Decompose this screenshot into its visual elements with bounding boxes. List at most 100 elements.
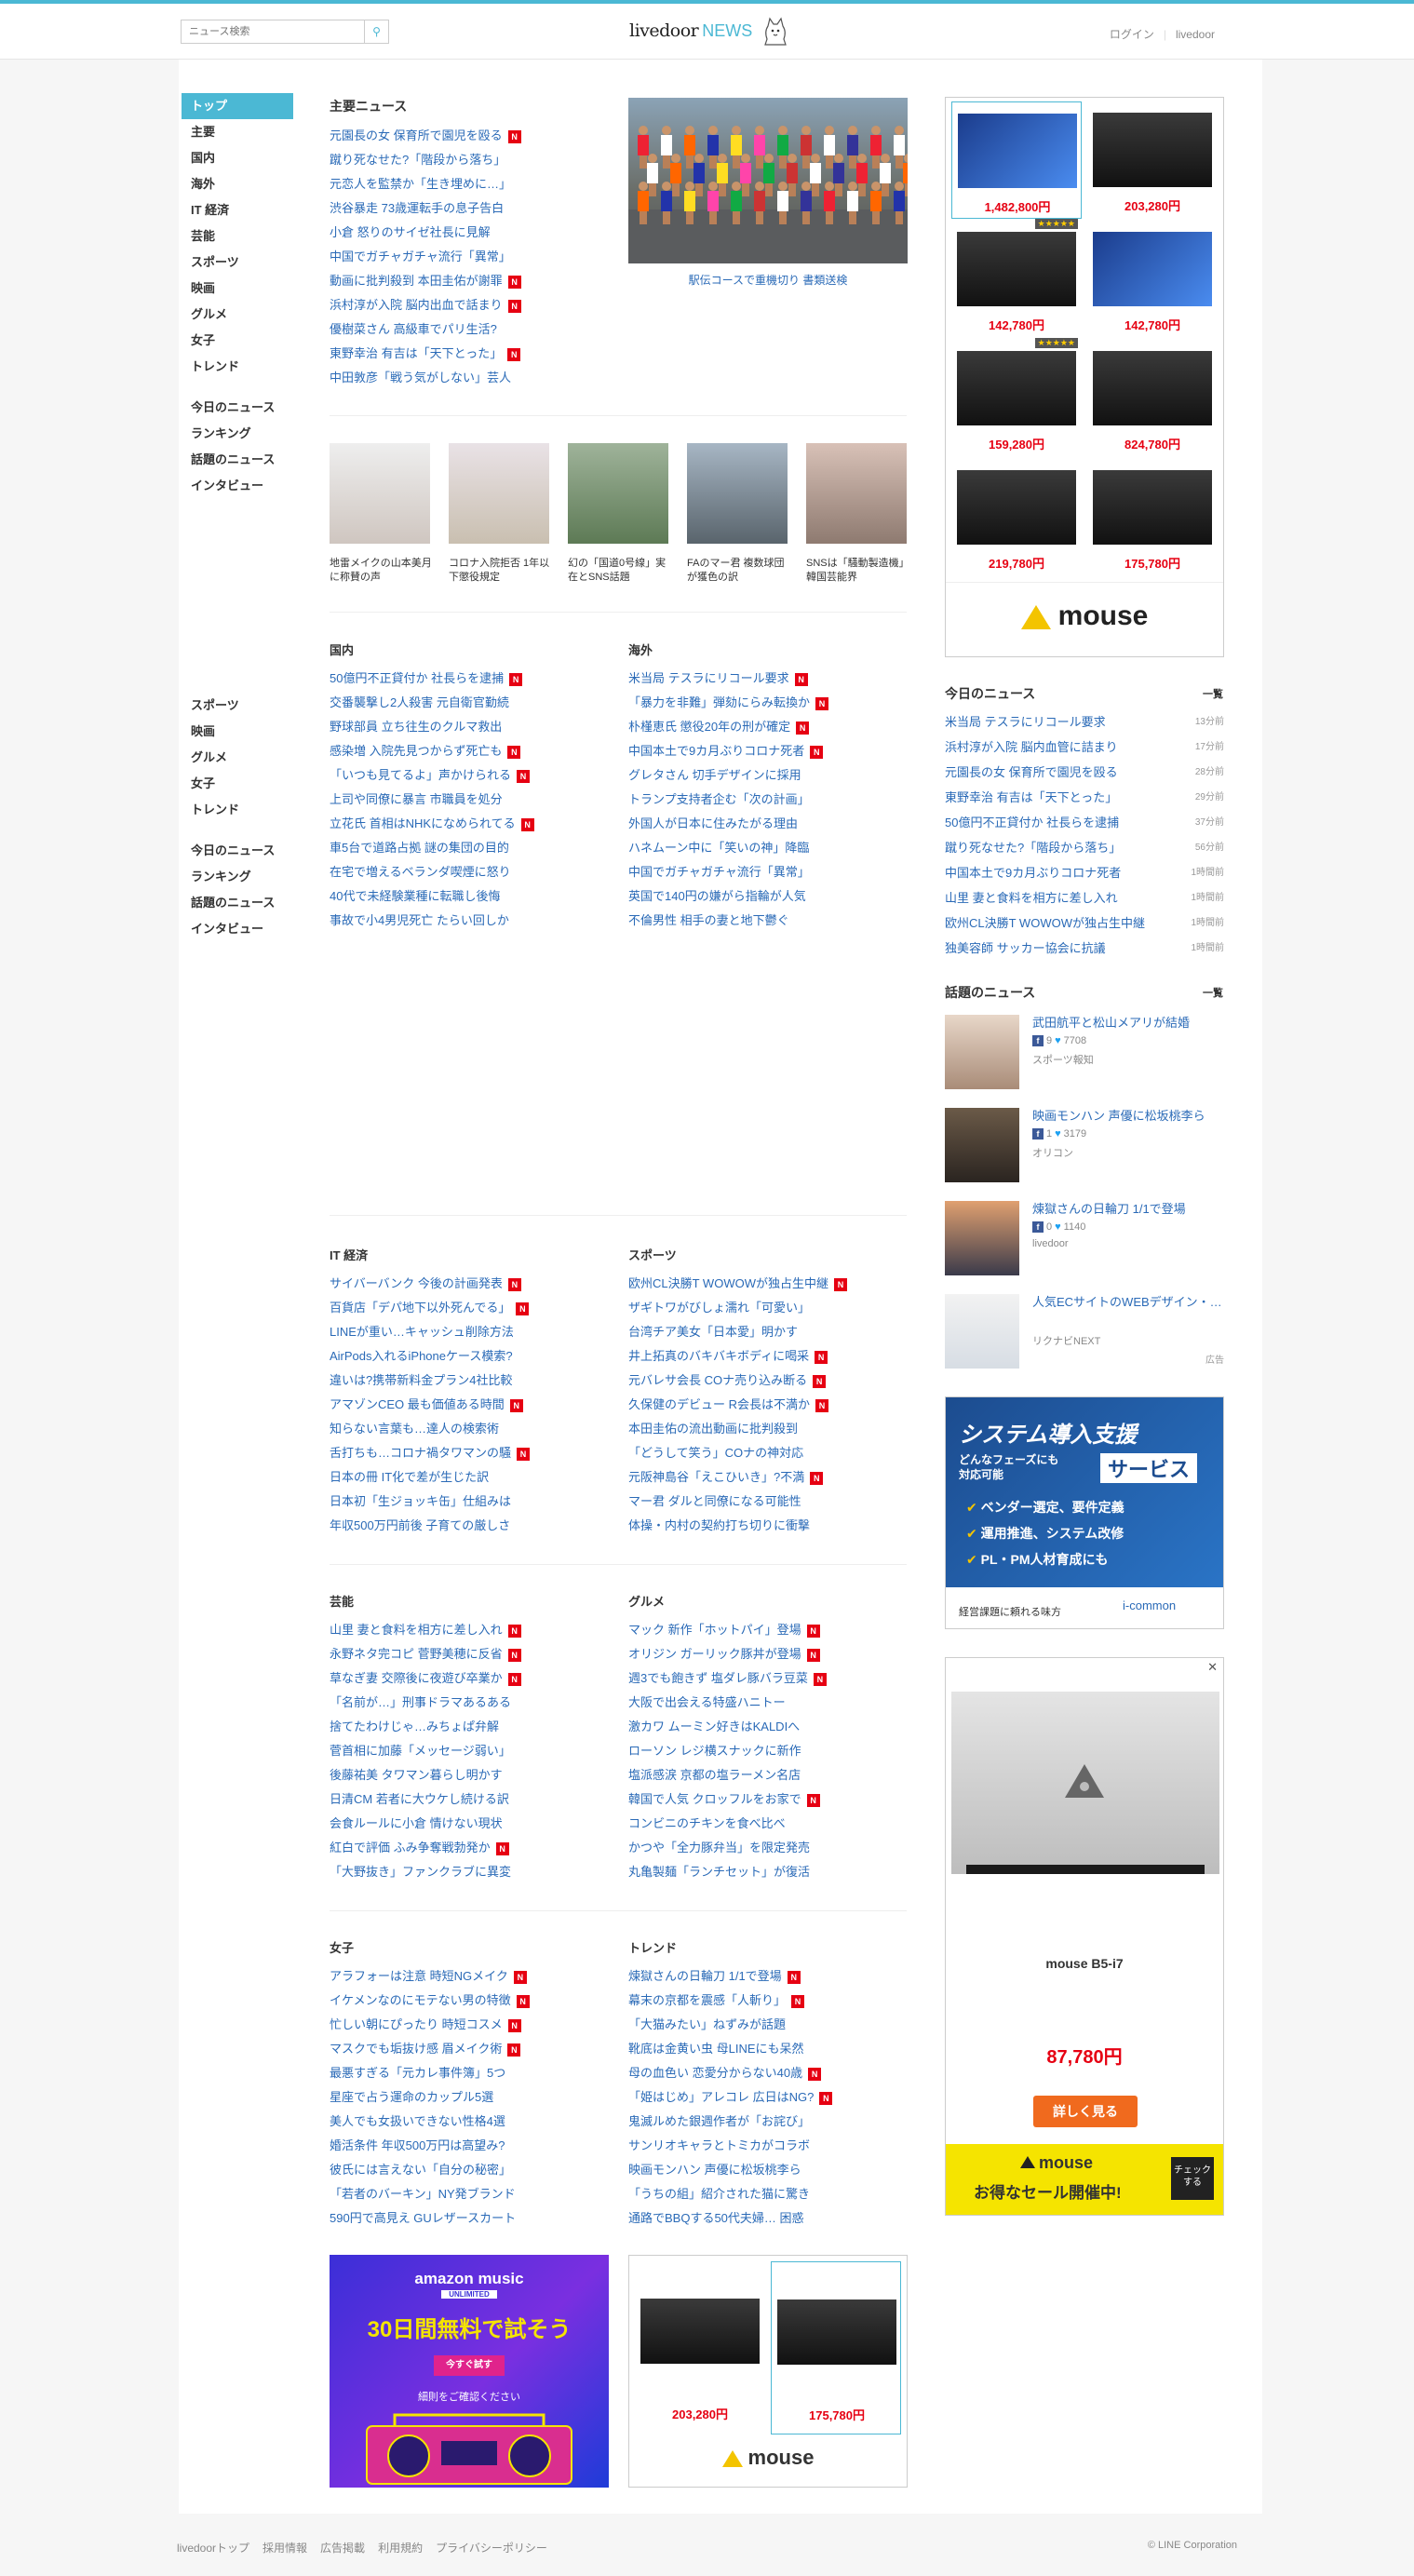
site-logo[interactable]: livedoor NEWS bbox=[629, 20, 752, 41]
news-link[interactable]: ハネムーン中に「笑いの神」降臨 bbox=[628, 841, 809, 855]
news-link[interactable]: 台湾チア美女「日本愛」明かす bbox=[628, 1325, 798, 1339]
news-link[interactable]: 在宅で増えるベランダ喫煙に怒り bbox=[330, 865, 511, 879]
nav-item[interactable]: インタビュー bbox=[182, 916, 293, 942]
news-link[interactable]: ローソン レジ横スナックに新作 bbox=[628, 1744, 801, 1758]
news-link[interactable]: 「名前が…」刑事ドラマあるある bbox=[330, 1695, 511, 1709]
pc-product[interactable]: 824,780円 bbox=[1087, 340, 1218, 457]
news-link[interactable]: 動画に批判殺到 本田圭佑が謝罪 bbox=[330, 274, 503, 288]
news-link[interactable]: 「若者のバーキン」NY発ブランド bbox=[330, 2187, 516, 2201]
news-link[interactable]: 幕末の京都を震感「人斬り」 bbox=[628, 1993, 786, 2007]
news-link[interactable]: 蹴り死なせた?「階段から落ち」 bbox=[330, 153, 505, 167]
news-link[interactable]: 会食ルールに小倉 情けない現状 bbox=[330, 1816, 503, 1830]
news-link[interactable]: 「どうして笑う」COナの神対応 bbox=[628, 1446, 803, 1460]
footer-link[interactable]: 利用規約 bbox=[378, 2542, 423, 2555]
amazon-cta-button[interactable]: 今すぐ試す bbox=[434, 2355, 505, 2376]
thumb-caption[interactable]: コロナ入院拒否 1年以下懲役規定 bbox=[449, 557, 553, 585]
news-link[interactable]: 40代で未経験業種に転職し後悔 bbox=[330, 889, 500, 903]
news-link[interactable]: オリジン ガーリック豚丼が登場 bbox=[628, 1647, 801, 1661]
news-link[interactable]: 久保健のデビュー R会長は不満か bbox=[628, 1397, 810, 1411]
news-link[interactable]: 野球部員 立ち往生のクルマ救出 bbox=[330, 720, 502, 734]
nav-item[interactable]: トレンド bbox=[182, 797, 293, 823]
news-link[interactable]: 「暴力を非難」弾劾にらみ転換か bbox=[628, 695, 810, 709]
news-link[interactable]: アラフォーは注意 時短NGメイク bbox=[330, 1969, 508, 1983]
news-link[interactable]: 優樹菜さん 高級車でパリ生活? bbox=[330, 322, 497, 336]
news-link[interactable]: 知らない言葉も…達人の検索術 bbox=[330, 1422, 499, 1436]
news-link[interactable]: サンリオキャラとトミカがコラボ bbox=[628, 2138, 810, 2152]
news-link[interactable]: 中国本土で9カ月ぶりコロナ死者 bbox=[628, 744, 804, 758]
nav-item[interactable]: スポーツ bbox=[182, 693, 293, 719]
thumb-caption[interactable]: SNSは「騒動製造機」韓国芸能界 bbox=[806, 557, 910, 585]
mouse-b5-ad[interactable]: ✕ mouse B5-i7 87,780円 詳しく見る mouse お得なセール… bbox=[945, 1657, 1224, 2216]
news-link[interactable]: 草なぎ妻 交際後に夜遊び卒業か bbox=[330, 1671, 503, 1685]
pc-product[interactable]: 1,482,800円 bbox=[951, 101, 1082, 219]
nav-item[interactable]: グルメ bbox=[182, 302, 293, 328]
news-link[interactable]: 元バレサ会長 COナ売り込み断る bbox=[628, 1373, 807, 1387]
news-link[interactable]: ザギトワがびしょ濡れ「可愛い」 bbox=[628, 1301, 810, 1315]
news-link[interactable]: 事故で小4男児死亡 たらい回しか bbox=[330, 913, 509, 927]
thumb-caption[interactable]: 地雷メイクの山本美月に称賛の声 bbox=[330, 557, 434, 585]
news-link[interactable]: 中国でガチャガチャ流行「異常」 bbox=[330, 250, 511, 263]
news-link[interactable]: 最悪すぎる「元カレ事件簿」5つ bbox=[330, 2066, 505, 2080]
news-link[interactable]: 中国でガチャガチャ流行「異常」 bbox=[628, 865, 810, 879]
pc-product[interactable]: 203,280円 bbox=[1087, 101, 1218, 219]
news-link[interactable]: 捨てたわけじゃ…みちょぱ弁解 bbox=[330, 1720, 499, 1733]
news-link[interactable]: 後藤祐美 タワマン暮らし明かす bbox=[330, 1768, 503, 1782]
nav-item[interactable]: 国内 bbox=[182, 145, 293, 171]
news-link[interactable]: 婚活条件 年収500万円は高望み? bbox=[330, 2138, 505, 2152]
news-link[interactable]: 煉獄さんの日輪刀 1/1で登場 bbox=[628, 1969, 782, 1983]
thumb-image[interactable] bbox=[568, 443, 668, 544]
topic-image[interactable] bbox=[945, 1108, 1019, 1182]
close-icon[interactable]: ✕ bbox=[1207, 1660, 1218, 1675]
today-link[interactable]: 50億円不正貸付か 社長らを逮捕 bbox=[945, 816, 1119, 829]
topic-ad-image[interactable] bbox=[945, 1294, 1019, 1369]
news-link[interactable]: 朴槿恵氏 懲役20年の刑が確定 bbox=[628, 720, 790, 734]
news-link[interactable]: 外国人が日本に住みたがる理由 bbox=[628, 816, 798, 830]
news-link[interactable]: 靴底は金黄い虫 母LINEにも呆然 bbox=[628, 2042, 804, 2056]
search-input[interactable] bbox=[182, 20, 358, 43]
nav-item[interactable]: トレンド bbox=[182, 354, 293, 380]
news-link[interactable]: 塩派感涙 京都の塩ラーメン名店 bbox=[628, 1768, 801, 1782]
news-link[interactable]: 体操・内村の契約打ち切りに衝撃 bbox=[628, 1518, 810, 1532]
news-link[interactable]: 違いは?携帯新料金プラン4社比較 bbox=[330, 1373, 512, 1387]
news-link[interactable]: 日本初「生ジョッキ缶」仕組みは bbox=[330, 1494, 511, 1508]
news-link[interactable]: 激カワ ムーミン好きはKALDIへ bbox=[628, 1720, 800, 1733]
news-link[interactable]: 英国で140円の嫌がら指輪が人気 bbox=[628, 889, 806, 903]
pc-product[interactable]: ★★★★★ 159,280円 bbox=[951, 338, 1082, 457]
news-link[interactable]: マック 新作「ホットパイ」登場 bbox=[628, 1623, 801, 1637]
news-link[interactable]: 美人でも女扱いできない性格4選 bbox=[330, 2114, 505, 2128]
system-ad[interactable]: システム導入支援 どんなフェーズにも 対応可能 サービス ✔ ベンダー選定、要件… bbox=[945, 1396, 1224, 1629]
nav-item[interactable]: 女子 bbox=[182, 328, 293, 354]
nav-item[interactable]: グルメ bbox=[182, 745, 293, 771]
news-link[interactable]: 欧州CL決勝T WOWOWが独占生中継 bbox=[628, 1276, 828, 1290]
footer-link[interactable]: プライバシーポリシー bbox=[436, 2542, 547, 2555]
nav-item[interactable]: 女子 bbox=[182, 771, 293, 797]
news-link[interactable]: グレタさん 切手デザインに採用 bbox=[628, 768, 801, 782]
nav-item[interactable]: 話題のニュース bbox=[182, 447, 293, 473]
news-link[interactable]: 浜村淳が入院 脳内出血で話まり bbox=[330, 298, 503, 312]
news-link[interactable]: 鬼滅ルめた銀週作者が「お詫び」 bbox=[628, 2114, 810, 2128]
pc-product[interactable]: 219,780円 bbox=[951, 459, 1082, 576]
today-link[interactable]: 浜村淳が入院 脳内血管に詰まり bbox=[945, 740, 1118, 754]
topic-title[interactable]: 映画モンハン 声優に松坂桃李ら bbox=[1032, 1108, 1228, 1125]
today-link[interactable]: 蹴り死なせた?「階段から落ち」 bbox=[945, 841, 1121, 855]
topic-title[interactable]: 武田航平と松山メアリが結婚 bbox=[1032, 1015, 1228, 1032]
pc-product[interactable]: 203,280円 bbox=[635, 2261, 765, 2434]
news-link[interactable]: 感染増 入院先見つからず死亡も bbox=[330, 744, 502, 758]
thumb-image[interactable] bbox=[330, 443, 430, 544]
nav-item[interactable]: スポーツ bbox=[182, 250, 293, 276]
news-link[interactable]: 菅首相に加藤「メッセージ弱い」 bbox=[330, 1744, 511, 1758]
news-link[interactable]: トランプ支持者企む「次の計画」 bbox=[628, 792, 810, 806]
nav-item[interactable]: 主要 bbox=[182, 119, 293, 145]
news-link[interactable]: マスクでも垢抜け感 眉メイク術 bbox=[330, 2042, 502, 2056]
nav-item[interactable]: ランキング bbox=[182, 421, 293, 447]
nav-item[interactable]: トップ bbox=[182, 93, 293, 119]
news-link[interactable]: 山里 妻と食料を相方に差し入れ bbox=[330, 1623, 503, 1637]
feature-photo[interactable] bbox=[628, 98, 908, 263]
pc-ad[interactable]: 1,482,800円 203,280円 ★★★★★ 142,780円 142,780円 ★… bbox=[945, 97, 1224, 657]
footer-link[interactable]: 採用情報 bbox=[263, 2542, 307, 2555]
news-link[interactable]: 米当局 テスラにリコール要求 bbox=[628, 671, 789, 685]
feature-caption[interactable]: 駅伝コースで重機切り 書類送検 bbox=[628, 272, 908, 288]
news-link[interactable]: 舌打ちも…コロナ禍タワマンの騒 bbox=[330, 1446, 511, 1460]
news-link[interactable]: 元恋人を監禁か「生き埋めに…」 bbox=[330, 177, 511, 191]
topic-ad[interactable]: 人気ECサイトのWEBデザイン・… リクナビNEXT 広告 bbox=[945, 1294, 1224, 1372]
